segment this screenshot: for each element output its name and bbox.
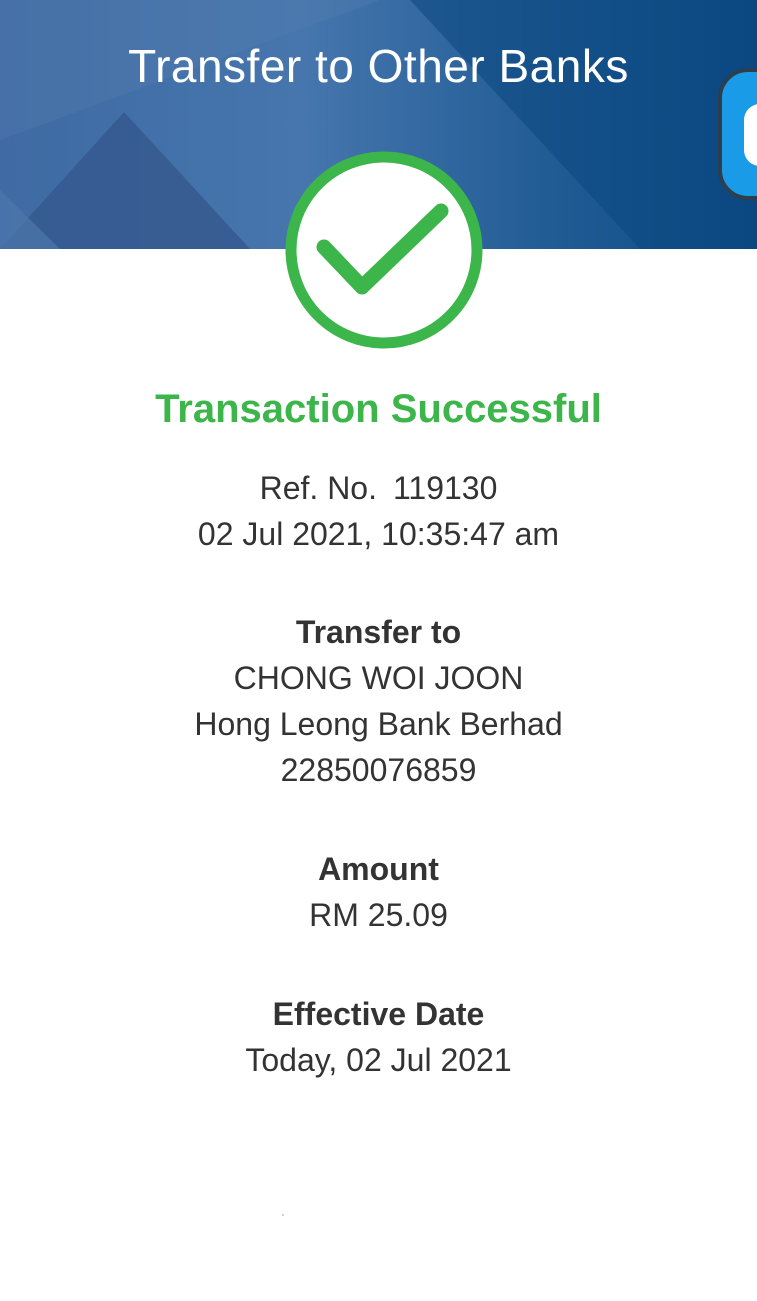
reference-block: Ref. No. 119130 02 Jul 2021, 10:35:47 am [0,465,757,557]
floating-chat-bubble-button[interactable] [718,68,757,200]
amount-label: Amount [318,851,439,887]
check-circle-icon [285,151,483,349]
effective-date-value: Today, 02 Jul 2021 [245,1042,512,1078]
transaction-status-title: Transaction Successful [155,387,602,431]
reference-label: Ref. No. [259,470,377,506]
transfer-to-label: Transfer to [295,614,462,650]
transaction-datetime: 02 Jul 2021, 10:35:47 am [197,516,560,552]
effective-date-label: Effective Date [272,996,485,1032]
amount-value: RM 25.09 [309,897,448,933]
chat-bubble-icon [744,104,757,166]
amount-block: Amount RM 25.09 [0,846,757,938]
reference-number: 119130 [392,470,498,506]
page-title: Transfer to Other Banks [128,40,629,92]
effective-date-block: Effective Date Today, 02 Jul 2021 [0,991,757,1083]
transfer-to-block: Transfer to CHONG WOI JOON Hong Leong Ba… [0,609,757,793]
decorative-dot [282,1214,284,1216]
reference-row: Ref. No. 119130 [0,465,757,511]
recipient-account-number: 22850076859 [280,752,477,788]
recipient-bank: Hong Leong Bank Berhad [194,706,563,742]
transaction-receipt-screen: Transfer to Other Banks Transaction Succ… [0,0,757,1301]
recipient-name: CHONG WOI JOON [233,660,524,696]
